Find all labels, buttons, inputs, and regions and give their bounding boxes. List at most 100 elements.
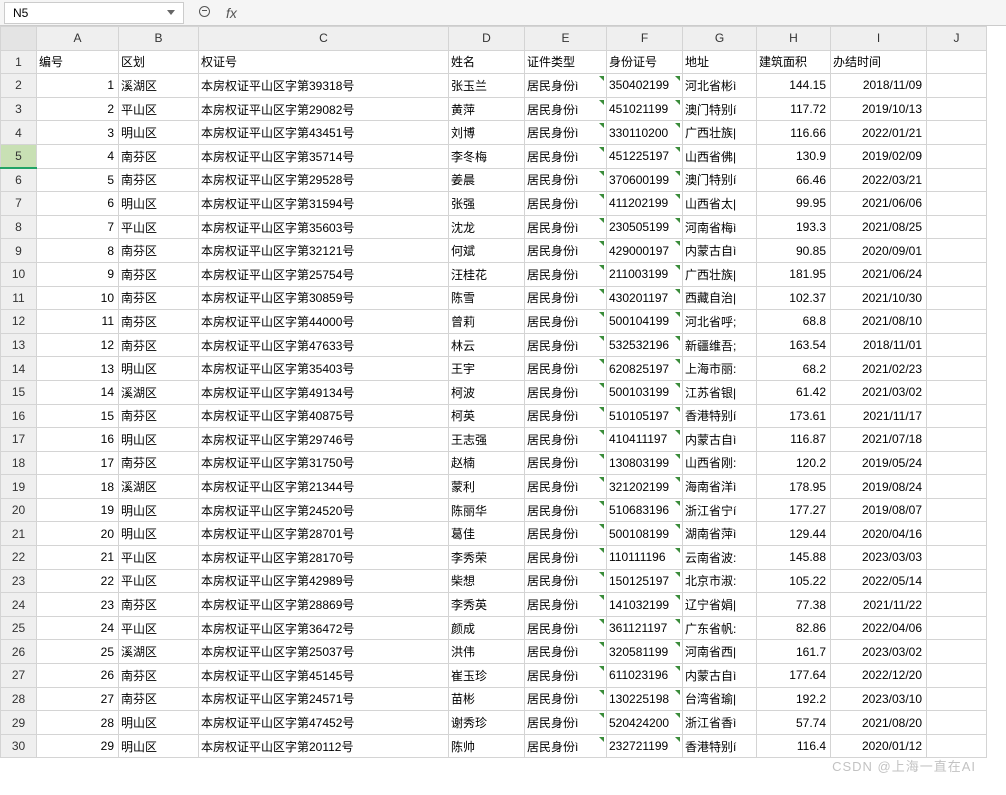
cell[interactable]: 本房权证平山区字第42989号 (199, 569, 449, 593)
cell[interactable]: 北京市淑: (683, 569, 757, 593)
cell[interactable]: 南芬区 (119, 286, 199, 310)
cell[interactable] (927, 687, 987, 711)
cell[interactable]: 361121197 (607, 616, 683, 640)
column-header-I[interactable]: I (831, 27, 927, 51)
cell[interactable]: 330110200 (607, 121, 683, 145)
cell[interactable]: 居民身份ì (525, 215, 607, 239)
cell[interactable]: 2022/01/21 (831, 121, 927, 145)
cell[interactable]: 320581199 (607, 640, 683, 664)
cell[interactable]: 510683196 (607, 498, 683, 522)
cell[interactable]: 6 (37, 192, 119, 216)
cell[interactable] (927, 664, 987, 688)
cell[interactable]: 21 (37, 546, 119, 570)
cell[interactable] (927, 404, 987, 428)
cell[interactable] (927, 239, 987, 263)
cell[interactable]: 明山区 (119, 522, 199, 546)
cell[interactable]: 12 (37, 333, 119, 357)
cell[interactable]: 居民身份ì (525, 428, 607, 452)
cell[interactable]: 南芬区 (119, 262, 199, 286)
row-header[interactable]: 8 (1, 215, 37, 239)
cell[interactable]: 本房权证平山区字第20112号 (199, 734, 449, 758)
cell[interactable]: 权证号 (199, 50, 449, 74)
cell[interactable]: 本房权证平山区字第36472号 (199, 616, 449, 640)
row-header[interactable]: 11 (1, 286, 37, 310)
cell[interactable]: 办结时间 (831, 50, 927, 74)
cell[interactable]: 68.2 (757, 357, 831, 381)
cell[interactable]: 居民身份ì (525, 262, 607, 286)
select-all-corner[interactable] (1, 27, 37, 51)
cell[interactable]: 编号 (37, 50, 119, 74)
cell[interactable]: 2019/08/07 (831, 498, 927, 522)
cell[interactable]: 2022/03/21 (831, 168, 927, 192)
cell[interactable]: 居民身份ì (525, 640, 607, 664)
cell[interactable]: 平山区 (119, 97, 199, 121)
cell[interactable]: 柯波 (449, 380, 525, 404)
cell[interactable]: 本房权证平山区字第29746号 (199, 428, 449, 452)
cell[interactable]: 451225197 (607, 144, 683, 168)
cell[interactable]: 本房权证平山区字第31750号 (199, 451, 449, 475)
cell[interactable]: 193.3 (757, 215, 831, 239)
cell[interactable]: 57.74 (757, 711, 831, 735)
cell[interactable]: 何斌 (449, 239, 525, 263)
cell[interactable]: 南芬区 (119, 144, 199, 168)
cell[interactable]: 明山区 (119, 498, 199, 522)
cell[interactable]: 河北省呼; (683, 310, 757, 334)
cell[interactable]: 浙江省香ì (683, 711, 757, 735)
cell[interactable]: 南芬区 (119, 664, 199, 688)
cell[interactable]: 102.37 (757, 286, 831, 310)
cell[interactable]: 曾莉 (449, 310, 525, 334)
cell[interactable]: 身份证号 (607, 50, 683, 74)
cell[interactable]: 王宇 (449, 357, 525, 381)
cell[interactable]: 河北省彬ì (683, 74, 757, 98)
cell[interactable]: 27 (37, 687, 119, 711)
cell[interactable] (927, 546, 987, 570)
cell[interactable]: 云南省波: (683, 546, 757, 570)
row-header[interactable]: 25 (1, 616, 37, 640)
cell[interactable]: 居民身份ì (525, 380, 607, 404)
cell[interactable]: 370600199 (607, 168, 683, 192)
cell[interactable]: 明山区 (119, 428, 199, 452)
cell[interactable]: 本房权证平山区字第24520号 (199, 498, 449, 522)
cell[interactable]: 山西省刚: (683, 451, 757, 475)
cell[interactable]: 居民身份ì (525, 522, 607, 546)
cell[interactable] (927, 192, 987, 216)
cell[interactable]: 29 (37, 734, 119, 758)
cell[interactable]: 山西省太| (683, 192, 757, 216)
cell[interactable]: 南芬区 (119, 404, 199, 428)
name-box[interactable]: N5 (4, 2, 184, 24)
cell[interactable]: 163.54 (757, 333, 831, 357)
cell[interactable]: 500104199 (607, 310, 683, 334)
cell[interactable]: 本房权证平山区字第29528号 (199, 168, 449, 192)
cell[interactable]: 颜成 (449, 616, 525, 640)
row-header[interactable]: 27 (1, 664, 37, 688)
cell[interactable]: 洪伟 (449, 640, 525, 664)
cell[interactable]: 居民身份ì (525, 74, 607, 98)
cell[interactable]: 4 (37, 144, 119, 168)
cell[interactable]: 浙江省宁í (683, 498, 757, 522)
cell[interactable]: 居民身份ì (525, 168, 607, 192)
cell[interactable]: 溪湖区 (119, 380, 199, 404)
cell[interactable]: 张强 (449, 192, 525, 216)
cell[interactable]: 南芬区 (119, 168, 199, 192)
cell[interactable]: 2020/09/01 (831, 239, 927, 263)
cell[interactable]: 129.44 (757, 522, 831, 546)
cell[interactable] (927, 522, 987, 546)
cell[interactable]: 居民身份ì (525, 121, 607, 145)
cell[interactable] (927, 616, 987, 640)
cell[interactable]: 2018/11/09 (831, 74, 927, 98)
cell[interactable]: 溪湖区 (119, 74, 199, 98)
cell[interactable]: 2020/04/16 (831, 522, 927, 546)
cell[interactable] (927, 711, 987, 735)
cell[interactable]: 510105197 (607, 404, 683, 428)
cell[interactable]: 2019/10/13 (831, 97, 927, 121)
row-header[interactable]: 13 (1, 333, 37, 357)
cell[interactable]: 澳门特别í (683, 97, 757, 121)
cell[interactable]: 赵楠 (449, 451, 525, 475)
cell[interactable]: 居民身份ì (525, 357, 607, 381)
cell[interactable]: 居民身份ì (525, 451, 607, 475)
cell[interactable]: 平山区 (119, 546, 199, 570)
cell[interactable]: 25 (37, 640, 119, 664)
cell[interactable]: 20 (37, 522, 119, 546)
cell[interactable]: 2022/12/20 (831, 664, 927, 688)
cell[interactable]: 本房权证平山区字第40875号 (199, 404, 449, 428)
